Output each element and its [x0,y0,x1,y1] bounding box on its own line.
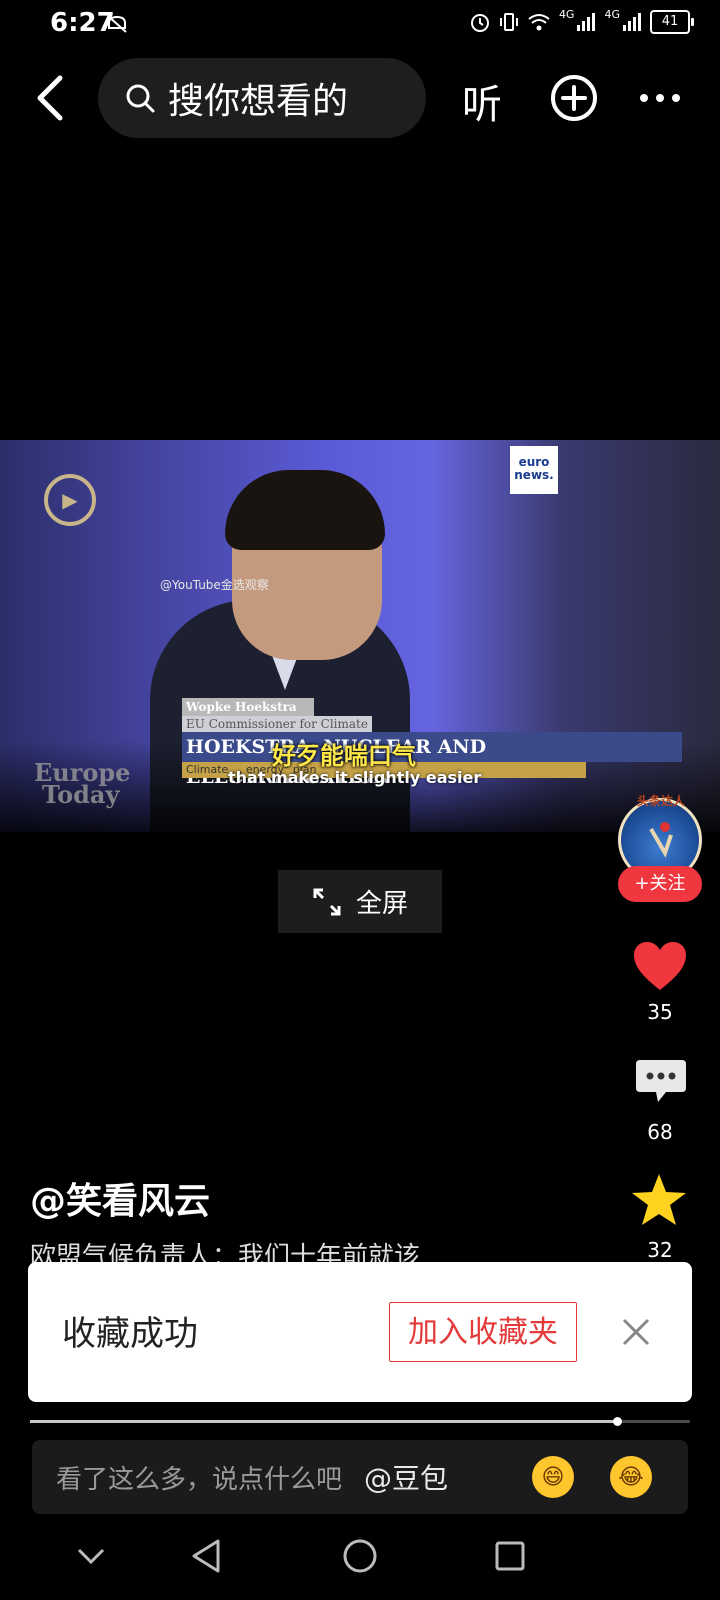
avatar-badge: 头条达人 [636,794,685,808]
comment-input[interactable]: 看了这么多，说点什么吧 [56,1459,342,1496]
more-icon[interactable] [638,92,682,104]
euronews-logo: euro news. [510,446,558,494]
lower-third-name: Wopke Hoekstra [182,698,314,716]
comment-bar[interactable]: 看了这么多，说点什么吧 @豆包 😄 😂 [32,1440,688,1514]
follow-button[interactable]: +关注 [618,866,702,902]
video-progress-fill [30,1420,618,1423]
fullscreen-label: 全屏 [355,889,408,919]
mute-notifications-icon [107,15,127,33]
search-bar[interactable]: 搜你想看的 [98,58,426,138]
nav-home-icon[interactable] [342,1538,378,1574]
close-icon[interactable] [616,1312,656,1352]
signal-icon-2 [623,13,641,31]
listen-button[interactable]: 听 [462,72,502,130]
toast-title: 收藏成功 [62,1314,198,1354]
lower-third-role: EU Commissioner for Climate [182,716,372,732]
search-placeholder: 搜你想看的 [168,81,349,122]
cry-laugh-emoji-icon[interactable]: 😂 [610,1456,652,1498]
comment-icon[interactable] [634,1058,688,1104]
author-name[interactable]: @笑看风云 [30,1172,210,1224]
fullscreen-button[interactable]: 全屏 [278,870,442,933]
status-bar: 6:27 4G 4G 41 [0,0,720,46]
video-progress-handle[interactable] [613,1417,623,1426]
signal-icon-1 [577,13,596,31]
mention-doubao-button[interactable]: @豆包 [364,1457,448,1497]
vibrate-icon [499,13,518,31]
subtitle-english: that makes it slightly easier [228,768,482,787]
add-to-folder-button[interactable]: 加入收藏夹 [389,1302,577,1362]
search-icon [126,84,155,113]
battery-icon: 41 [650,10,694,34]
lower-third-headline: HOEKSTRA: NUCLEAR AND ELECTRIFICATION [182,732,682,788]
add-icon[interactable] [550,74,598,122]
favorite-star-icon[interactable] [630,1172,688,1228]
network-label-1: 4G [558,7,575,21]
video-person-hair [225,470,385,550]
network-label-2: 4G [604,7,620,21]
alarm-icon [470,14,489,32]
back-icon[interactable] [32,74,66,122]
saved-toast: 收藏成功 加入收藏夹 [28,1262,692,1402]
wifi-icon [528,14,550,31]
system-nav-bar [0,1530,720,1600]
nav-collapse-icon[interactable] [76,1546,106,1566]
nav-back-icon[interactable] [190,1538,222,1574]
subtitle-chinese: 好歹能喘口气 [272,742,416,770]
favorite-count: 32 [647,1238,673,1262]
video-player[interactable]: ▶ @YouTube金选观察 euro news. Wopke Hoekstra… [0,440,720,832]
expand-icon [313,888,341,915]
laugh-emoji-icon[interactable]: 😄 [532,1456,574,1498]
nav-recents-icon[interactable] [494,1540,526,1572]
video-watermark: @YouTube金选观察 [160,578,269,592]
europe-today-logo: Europe Today [34,758,131,809]
status-indicators: 4G 4G 41 [469,7,694,34]
comment-count: 68 [647,1120,673,1144]
like-count: 35 [647,1000,673,1024]
status-time: 6:27 [50,8,115,38]
like-heart-icon[interactable] [632,940,688,992]
play-badge-icon: ▶ [44,474,96,526]
